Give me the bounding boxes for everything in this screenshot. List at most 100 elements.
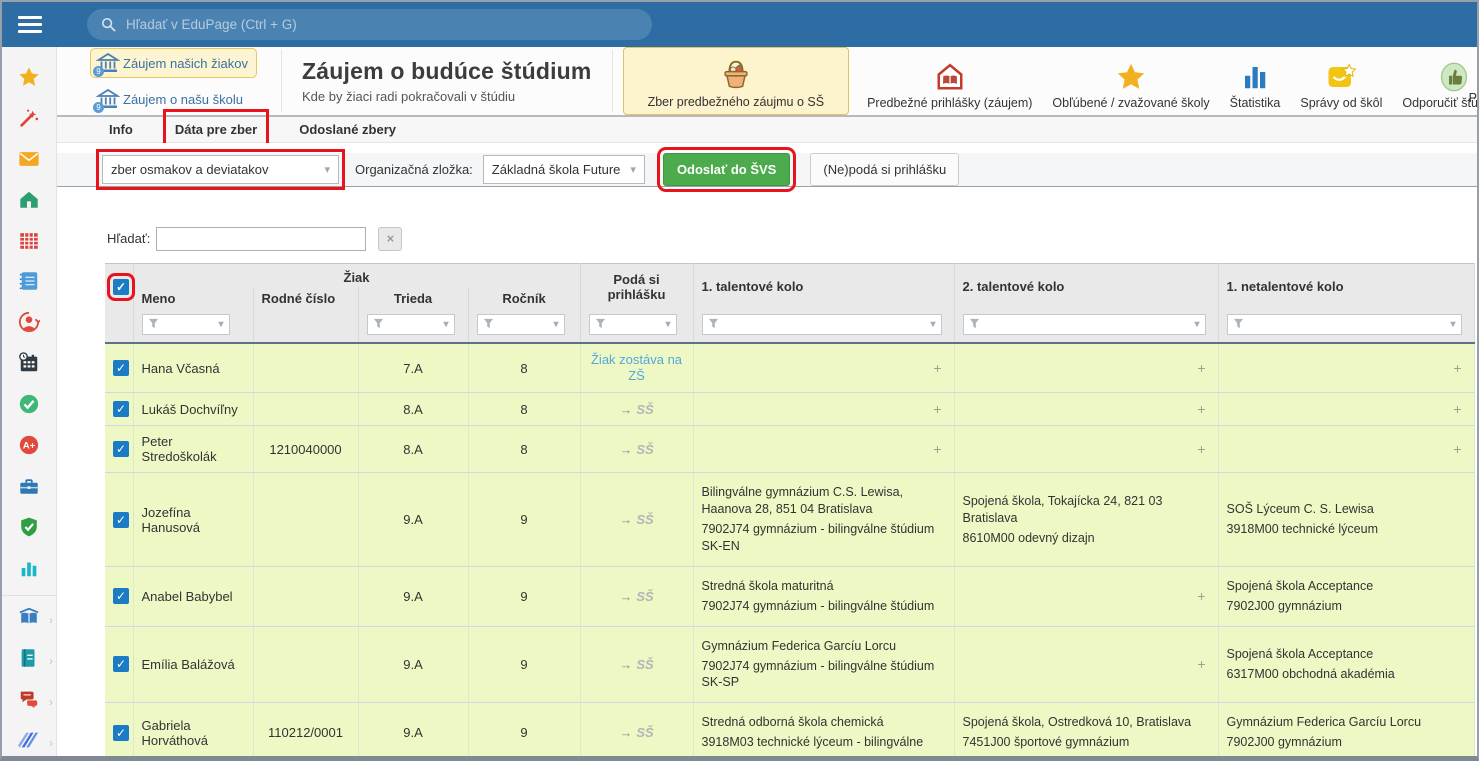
col-header-1-netalentove-kolo[interactable]: 1. netalentové kolo (1218, 263, 1474, 310)
collection-select[interactable]: zber osmakov a deviatakov ▾ (102, 155, 339, 184)
col-header-2-talentove-kolo[interactable]: 2. talentové kolo (954, 263, 1218, 310)
kolo-cell-empty[interactable]: + (1218, 393, 1474, 426)
kolo-cell-empty[interactable]: + (954, 626, 1218, 703)
kolo-cell-empty[interactable]: + (954, 426, 1218, 473)
add-school-icon[interactable]: + (1193, 360, 1209, 376)
column-filter-meno[interactable]: ▾ (142, 314, 230, 335)
kolo-cell-empty[interactable]: + (693, 343, 954, 393)
kolo-cell-empty[interactable]: + (1218, 343, 1474, 393)
sidebar-item-documents-file[interactable]: › (2, 640, 56, 681)
send-to-svs-button[interactable]: Odoslať do ŠVS (663, 153, 790, 186)
row-checkbox[interactable]: ✓ (113, 441, 129, 457)
add-school-icon[interactable]: + (1449, 401, 1465, 417)
sidebar-item-favorites-star[interactable] (2, 59, 56, 100)
toolbar-action-star[interactable]: Obľúbené / zvažované školy (1042, 47, 1219, 115)
toolbar-toggle-our-school[interactable]: 9Záujem o našu školu (90, 84, 257, 114)
column-filter-1-netalentove-kolo[interactable]: ▾ (1227, 314, 1462, 335)
kolo-cell-empty[interactable]: + (693, 393, 954, 426)
add-school-icon[interactable]: + (1449, 441, 1465, 457)
col-header-1-talentove-kolo[interactable]: 1. talentové kolo (693, 263, 954, 310)
filter-cell-meno: ▾ (133, 310, 253, 343)
tab-d-ta-pre-zber[interactable]: Dáta pre zber (173, 119, 259, 140)
kolo-cell-filled[interactable]: Gymnázium Federica Garcíu Lorcu7902J00 g… (1218, 703, 1474, 761)
toolbar-action-message-star[interactable]: Správy od škôl (1290, 47, 1392, 115)
status-secondary-school-link[interactable]: →SŠ (619, 589, 653, 604)
column-filter-rocnik[interactable]: ▾ (477, 314, 565, 335)
sidebar-item-calendar-clock[interactable] (2, 345, 56, 386)
column-filter-poda-si-prihlasku[interactable]: ▾ (589, 314, 677, 335)
column-filter-2-talentove-kolo[interactable]: ▾ (963, 314, 1206, 335)
toolbar-action-thumb-up[interactable]: Odporučiť štúdium (1392, 47, 1479, 115)
row-checkbox[interactable]: ✓ (113, 656, 129, 672)
sidebar-item-magic-wand[interactable] (2, 100, 56, 141)
toolbar-action-school-house[interactable]: Predbežné prihlášky (záujem) (857, 47, 1042, 115)
clear-search-button[interactable]: × (378, 227, 402, 251)
add-school-icon[interactable]: + (929, 360, 945, 376)
toolbar-action-basket[interactable]: Zber predbežného záujmu o SŠ (623, 47, 850, 115)
sidebar-item-home[interactable] (2, 182, 56, 223)
kolo-cell-filled[interactable]: Spojená škola, Ostredková 10, Bratislava… (954, 703, 1218, 761)
sidebar-item-classbook-notebook[interactable] (2, 263, 56, 304)
status-secondary-school-link[interactable]: →SŠ (619, 512, 653, 527)
col-header-meno[interactable]: Meno (133, 287, 253, 310)
col-header-rocnik[interactable]: Ročník (468, 287, 580, 310)
tab-info[interactable]: Info (107, 119, 135, 140)
add-school-icon[interactable]: + (1193, 441, 1209, 457)
kolo-cell-filled[interactable]: Spojená škola, Tokajícka 24, 821 03 Brat… (954, 473, 1218, 567)
status-stays-link[interactable]: Žiak zostáva na ZŠ (589, 352, 685, 385)
kolo-cell-filled[interactable]: Stredná škola maturitná7902J74 gymnázium… (693, 566, 954, 626)
kolo-cell-filled[interactable]: Stredná odborná škola chemická3918M03 te… (693, 703, 954, 761)
sidebar-item-stripes[interactable]: › (2, 722, 56, 761)
add-school-icon[interactable]: + (1193, 401, 1209, 417)
column-filter-trieda[interactable]: ▾ (367, 314, 455, 335)
kolo-cell-empty[interactable]: + (1218, 426, 1474, 473)
tab-odoslan-zbery[interactable]: Odoslané zbery (297, 119, 398, 140)
add-school-icon[interactable]: + (929, 441, 945, 457)
sidebar-item-grades-aplus[interactable]: A+ (2, 427, 56, 468)
select-all-checkbox[interactable]: ✓ (113, 279, 129, 295)
add-school-icon[interactable]: + (1449, 360, 1465, 376)
sidebar-item-chat-bubbles[interactable]: › (2, 681, 56, 722)
row-checkbox[interactable]: ✓ (113, 588, 129, 604)
global-search-input[interactable]: Hľadať v EduPage (Ctrl + G) (87, 9, 652, 40)
kolo-cell-filled[interactable]: Gymnázium Federica Garcíu Lorcu7902J74 g… (693, 626, 954, 703)
toggle-application-button[interactable]: (Ne)podá si prihlášku (810, 153, 959, 186)
table-search-input[interactable] (156, 227, 366, 251)
kolo-cell-empty[interactable]: + (954, 343, 1218, 393)
sidebar-item-library-book[interactable]: › (2, 600, 56, 641)
kolo-cell-filled[interactable]: Spojená škola Acceptance7902J00 gymnáziu… (1218, 566, 1474, 626)
toolbar-toggle-our-students[interactable]: 9Záujem našich žiakov (90, 48, 257, 78)
sidebar-item-briefcase[interactable] (2, 468, 56, 509)
kolo-cell-filled[interactable]: Spojená škola Acceptance6317M00 obchodná… (1218, 626, 1474, 703)
toolbar-action-bar-chart[interactable]: Štatistika (1220, 47, 1291, 115)
col-header-poda-si-prihlasku[interactable]: Podá si prihlášku (580, 263, 693, 310)
hamburger-menu-icon[interactable] (2, 2, 57, 47)
kolo-cell-empty[interactable]: + (954, 393, 1218, 426)
add-school-icon[interactable]: + (1193, 656, 1209, 672)
sidebar-item-shield-check[interactable] (2, 509, 56, 550)
col-header-rodne-cislo[interactable]: Rodné číslo (253, 287, 358, 310)
row-checkbox[interactable]: ✓ (113, 725, 129, 741)
table-search-row: Hľadať: × (107, 227, 1477, 251)
kolo-cell-empty[interactable]: + (954, 566, 1218, 626)
sidebar-item-timetable-grid[interactable] (2, 223, 56, 264)
sidebar-item-attendance-check[interactable] (2, 386, 56, 427)
status-secondary-school-link[interactable]: →SŠ (619, 442, 653, 457)
sidebar-item-messages-envelope[interactable] (2, 141, 56, 182)
row-checkbox[interactable]: ✓ (113, 512, 129, 528)
kolo-cell-filled[interactable]: SOŠ Lýceum C. S. Lewisa3918M00 technické… (1218, 473, 1474, 567)
col-header-trieda[interactable]: Trieda (358, 287, 468, 310)
kolo-cell-empty[interactable]: + (693, 426, 954, 473)
row-checkbox[interactable]: ✓ (113, 360, 129, 376)
sidebar-item-statistics-bars[interactable] (2, 550, 56, 591)
status-secondary-school-link[interactable]: →SŠ (619, 657, 653, 672)
org-unit-select[interactable]: Základná škola Future ▾ (483, 155, 645, 184)
kolo-cell-filled[interactable]: Bilingválne gymnázium C.S. Lewisa, Haano… (693, 473, 954, 567)
column-filter-1-talentove-kolo[interactable]: ▾ (702, 314, 942, 335)
row-checkbox[interactable]: ✓ (113, 401, 129, 417)
sidebar-item-substitution-person[interactable] (2, 304, 56, 345)
status-secondary-school-link[interactable]: →SŠ (619, 402, 653, 417)
status-secondary-school-link[interactable]: →SŠ (619, 725, 653, 740)
add-school-icon[interactable]: + (929, 401, 945, 417)
add-school-icon[interactable]: + (1193, 588, 1209, 604)
